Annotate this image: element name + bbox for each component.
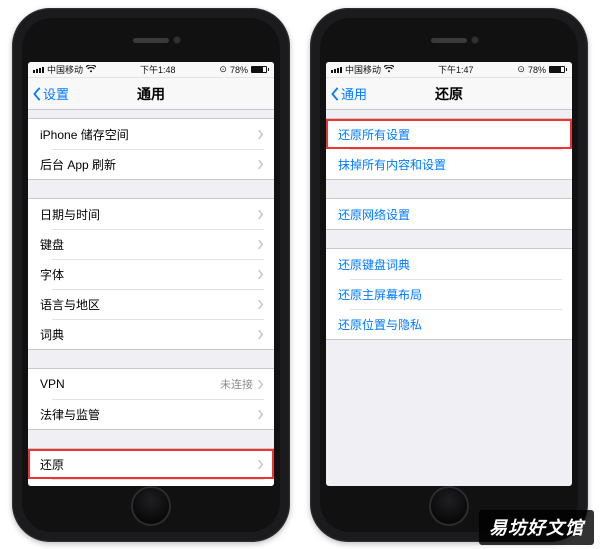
row-label: 关机 (40, 486, 264, 487)
row-dict[interactable]: 词典 (28, 319, 274, 349)
row-erase-all[interactable]: 抹掉所有内容和设置 (326, 149, 572, 179)
row-label: 还原主屏幕布局 (338, 286, 562, 303)
row-label: 词典 (40, 326, 257, 343)
page-title: 通用 (137, 84, 165, 104)
row-reset-all[interactable]: 还原所有设置 (326, 119, 572, 149)
settings-group: 还原所有设置抹掉所有内容和设置 (326, 118, 572, 180)
settings-group: 还原键盘词典还原主屏幕布局还原位置与隐私 (326, 248, 572, 340)
chevron-right-icon (257, 269, 264, 280)
row-label: 日期与时间 (40, 206, 257, 223)
home-button[interactable] (133, 488, 169, 524)
speaker (431, 38, 467, 43)
chevron-right-icon (257, 159, 264, 170)
wifi-icon (86, 65, 96, 75)
settings-group: VPN未连接法律与监管 (28, 368, 274, 430)
chevron-right-icon (257, 379, 264, 390)
settings-list[interactable]: iPhone 储存空间后台 App 刷新日期与时间键盘字体语言与地区词典VPN未… (28, 110, 274, 486)
chevron-right-icon (257, 409, 264, 420)
row-label: 还原键盘词典 (338, 256, 562, 273)
row-label: 后台 App 刷新 (40, 156, 257, 173)
row-reset-network[interactable]: 还原网络设置 (326, 199, 572, 229)
camera (173, 36, 181, 44)
battery-icon (251, 66, 269, 73)
nav-bar: 设置 通用 (28, 78, 274, 110)
row-legal[interactable]: 法律与监管 (28, 399, 274, 429)
row-label: 字体 (40, 266, 257, 283)
row-label: 还原 (40, 456, 257, 473)
row-reset-home[interactable]: 还原主屏幕布局 (326, 279, 572, 309)
row-shutdown[interactable]: 关机 (28, 479, 274, 486)
row-label: 还原网络设置 (338, 206, 562, 223)
time-label: 下午1:48 (140, 63, 176, 76)
chevron-right-icon (257, 329, 264, 340)
row-value: 未连接 (220, 376, 253, 392)
battery-icon (549, 66, 567, 73)
settings-group: 日期与时间键盘字体语言与地区词典 (28, 198, 274, 350)
row-lang[interactable]: 语言与地区 (28, 289, 274, 319)
settings-group: 还原网络设置 (326, 198, 572, 230)
screen-right: 中国移动 下午1:47 ⊙ 78% (326, 62, 572, 486)
watermark: 易坊好文馆 (479, 510, 594, 545)
chevron-right-icon (257, 459, 264, 470)
chevron-right-icon (257, 129, 264, 140)
row-label: 键盘 (40, 236, 257, 253)
row-date[interactable]: 日期与时间 (28, 199, 274, 229)
row-keyboard[interactable]: 键盘 (28, 229, 274, 259)
carrier-label: 中国移动 (345, 63, 381, 76)
status-bar: 中国移动 下午1:47 ⊙ 78% (326, 62, 572, 78)
back-label: 通用 (341, 84, 367, 103)
row-reset-privacy[interactable]: 还原位置与隐私 (326, 309, 572, 339)
screen-left: 中国移动 下午1:48 ⊙ 78% (28, 62, 274, 486)
camera (471, 36, 479, 44)
chevron-right-icon (257, 209, 264, 220)
back-button[interactable]: 设置 (32, 78, 69, 109)
back-label: 设置 (43, 84, 69, 103)
alarm-icon: ⊙ (517, 64, 525, 75)
back-button[interactable]: 通用 (330, 78, 367, 109)
wifi-icon (384, 65, 394, 75)
row-reset[interactable]: 还原 (28, 449, 274, 479)
chevron-right-icon (257, 239, 264, 250)
row-label: 法律与监管 (40, 406, 257, 423)
reset-list[interactable]: 还原所有设置抹掉所有内容和设置还原网络设置还原键盘词典还原主屏幕布局还原位置与隐… (326, 110, 572, 486)
row-font[interactable]: 字体 (28, 259, 274, 289)
speaker (133, 38, 169, 43)
alarm-icon: ⊙ (219, 64, 227, 75)
row-label: iPhone 储存空间 (40, 126, 257, 143)
signal-icon (33, 67, 44, 73)
battery-percent: 78% (528, 65, 546, 75)
nav-bar: 通用 还原 (326, 78, 572, 110)
carrier-label: 中国移动 (47, 63, 83, 76)
phone-left: 中国移动 下午1:48 ⊙ 78% (12, 8, 290, 542)
chevron-right-icon (257, 299, 264, 310)
row-label: 还原位置与隐私 (338, 316, 562, 333)
row-label: 还原所有设置 (338, 126, 562, 143)
status-bar: 中国移动 下午1:48 ⊙ 78% (28, 62, 274, 78)
row-label: 语言与地区 (40, 296, 257, 313)
row-reset-kbdict[interactable]: 还原键盘词典 (326, 249, 572, 279)
row-refresh[interactable]: 后台 App 刷新 (28, 149, 274, 179)
home-button[interactable] (431, 488, 467, 524)
chevron-left-icon (32, 87, 42, 101)
row-label: 抹掉所有内容和设置 (338, 156, 562, 173)
settings-group: iPhone 储存空间后台 App 刷新 (28, 118, 274, 180)
row-vpn[interactable]: VPN未连接 (28, 369, 274, 399)
row-storage[interactable]: iPhone 储存空间 (28, 119, 274, 149)
row-label: VPN (40, 377, 220, 391)
settings-group: 还原关机 (28, 448, 274, 486)
time-label: 下午1:47 (438, 63, 474, 76)
battery-percent: 78% (230, 65, 248, 75)
page-title: 还原 (435, 84, 463, 104)
phone-right: 中国移动 下午1:47 ⊙ 78% (310, 8, 588, 542)
signal-icon (331, 67, 342, 73)
chevron-left-icon (330, 87, 340, 101)
